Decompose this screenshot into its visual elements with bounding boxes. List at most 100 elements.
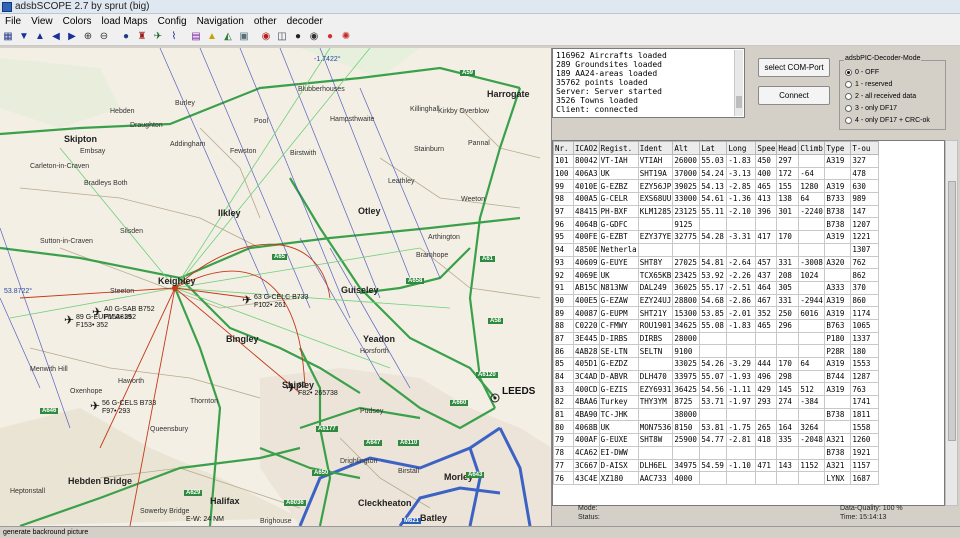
table-cell: [637, 242, 674, 257]
column-header[interactable]: Regist.: [598, 141, 639, 155]
radar-map[interactable]: Harrogate Skipton Ilkley Otley Keighley Guise…: [0, 48, 552, 526]
table-row[interactable]: 80 4068B UK MON7536 8150 53.81 -1.75 265 164 3264…: [553, 420, 880, 435]
table-row[interactable]: 83 400CD G-EZIS EZY6931 36425 54.56 -1.11 429 14…: [553, 382, 880, 397]
table-row[interactable]: 89 40087 G-EUPM SHT21Y 15300 53.85 -2.01 352 250…: [553, 306, 880, 320]
table-row[interactable]: 94 4850E Netherla 1307: [553, 242, 880, 257]
display-icon[interactable]: ◫: [275, 30, 289, 44]
record-icon[interactable]: ◉: [259, 30, 273, 44]
aircraft-icon[interactable]: ✈: [286, 382, 296, 394]
decoder-option-4[interactable]: 4 - only DF17 + CRC-ok: [845, 117, 930, 124]
globe-icon[interactable]: ●: [119, 30, 133, 44]
menu-decoder[interactable]: decoder: [282, 16, 328, 27]
antenna-icon[interactable]: ♜: [135, 30, 149, 44]
column-header[interactable]: Climb: [798, 141, 826, 155]
aircraft-label[interactable]: 56 G-CELS B733 F97• 293: [102, 400, 156, 416]
table-row[interactable]: 98 400A5 G-CELR EXS68UU 33000 54.61 -1.36 413 13…: [553, 192, 880, 206]
table-row[interactable]: 77 3C667 D-AISX DLH6EL 34975 54.59 -1.10 471 143…: [553, 458, 880, 473]
table-row[interactable]: 88 C0220 C-FMWY ROU1901 34625 55.08 -1.83 465 29…: [553, 318, 880, 333]
warning-icon[interactable]: ▲: [205, 30, 219, 44]
log-scroll-thumb[interactable]: [736, 96, 742, 108]
decoder-mode-title: adsbPIC-Decoder-Mode: [844, 55, 922, 62]
column-header[interactable]: Long: [726, 141, 757, 155]
decoder-option-1[interactable]: 1 - reserved: [845, 81, 892, 88]
airport-icon[interactable]: ✈: [151, 30, 165, 44]
aircraft-label[interactable]: 63 G-CELC B733 F102• 261: [254, 294, 308, 310]
column-header[interactable]: ICAO2: [573, 141, 600, 155]
stop-icon[interactable]: ●: [323, 30, 337, 44]
table-scroll-thumb[interactable]: [948, 181, 956, 441]
column-header[interactable]: Spee: [755, 141, 778, 155]
table-row[interactable]: 101 80042 VT-IAH VTIAH 26000 55.03 -1.83 450 297…: [553, 154, 880, 168]
arrow-right-icon[interactable]: ▶: [65, 30, 79, 44]
decoder-option-3[interactable]: 3 - only DF17: [845, 105, 897, 112]
table-cell: 465: [755, 318, 778, 333]
menu-other[interactable]: other: [249, 16, 282, 27]
table-row[interactable]: 86 4AB28 SE-LTN SELTN 9100 P28R 180: [553, 344, 880, 358]
zoom-in-icon[interactable]: ⊕: [81, 30, 95, 44]
table-row[interactable]: 79 400AF G-EUXE SHT8W 25900 54.77 -2.81 418 335-…: [553, 433, 880, 447]
column-header[interactable]: Alt: [672, 141, 701, 155]
map-layer-icon[interactable]: ▣: [237, 30, 251, 44]
arrow-up-icon[interactable]: ▲: [33, 30, 47, 44]
table-row[interactable]: 87 3E445 D-IRBS DIRBS 28000 P180 1337: [553, 331, 880, 346]
radio-button[interactable]: [845, 117, 852, 124]
table-row[interactable]: 76 43C4E XZ180 AAC733 4000 LYNX 1687: [553, 471, 880, 485]
radio-button[interactable]: [845, 69, 852, 76]
table-row[interactable]: 95 400FE G-EZBT EZY37YE 32775 54.28 -3.31 417 17…: [553, 230, 880, 244]
column-header[interactable]: Lat: [699, 141, 728, 155]
table-row[interactable]: 82 4BAA6 Turkey THY3YM 8725 53.71 -1.97 293 274-…: [553, 395, 880, 409]
aircraft-label[interactable]: 89 G-EUPM A319 F153• 352: [76, 314, 132, 330]
zoom-out-icon[interactable]: ⊖: [97, 30, 111, 44]
column-header[interactable]: Ident: [637, 141, 674, 155]
dot-black-icon[interactable]: ●: [291, 30, 305, 44]
table-row[interactable]: 90 400E5 G-EZAW EZY24UJ 28800 54.68 -2.86 467 33…: [553, 293, 880, 308]
table-row[interactable]: 93 40609 G-EUYE SHT8Y 27025 54.81 -2.64 457 331-…: [553, 255, 880, 270]
table-row[interactable]: 92 4069E UK TCX65KB 23425 53.92 -2.26 437 208 102…: [553, 268, 880, 282]
table-row[interactable]: 78 4CA62 EI-DWW B738 1921: [553, 445, 880, 460]
table-row[interactable]: 97 48415 PH-BXF KLM1285 23125 55.11 -2.10 396 30…: [553, 204, 880, 219]
table-cell: [798, 318, 826, 333]
column-header[interactable]: T-ou: [850, 141, 880, 155]
arrow-down-icon[interactable]: ▼: [17, 30, 31, 44]
table-cell: 28000: [672, 331, 701, 346]
radio-button[interactable]: [845, 93, 852, 100]
table-row[interactable]: 81 4BA90 TC-JHK 38000 B738 1811: [553, 407, 880, 422]
aircraft-icon[interactable]: ✈: [242, 294, 252, 306]
dot-dark-icon[interactable]: ◉: [307, 30, 321, 44]
menu-config[interactable]: Config: [153, 16, 192, 27]
grid-icon[interactable]: ▦: [1, 30, 15, 44]
table-cell: 3C4AD: [573, 369, 600, 384]
decoder-option-2[interactable]: 2 - all received data: [845, 93, 916, 100]
terrain-icon[interactable]: ◭: [221, 30, 235, 44]
table-row[interactable]: 85 405D1 G-EZDZ 33025 54.26 -3.29 444 170 64 A319…: [553, 357, 880, 371]
filter-icon[interactable]: ▤: [189, 30, 203, 44]
town-label: Halifax: [210, 496, 240, 506]
arrow-left-icon[interactable]: ◀: [49, 30, 63, 44]
table-row[interactable]: 84 3C4AD D-ABVR DLH470 33975 55.07 -1.93 496 298…: [553, 369, 880, 384]
table-row[interactable]: 91 AB15C N813NW DAL249 36025 55.17 -2.51 464 305…: [553, 280, 880, 295]
menu-colors[interactable]: Colors: [58, 16, 97, 27]
table-row[interactable]: 100 406A3 UK SHT19A 37000 54.24 -3.13 400 172 -64…: [553, 166, 880, 181]
column-header[interactable]: Head: [776, 141, 800, 155]
log-scrollbar[interactable]: [734, 50, 743, 116]
settings-icon[interactable]: ✺: [339, 30, 353, 44]
column-header[interactable]: Type: [824, 141, 852, 155]
table-cell: [798, 344, 826, 358]
decoder-option-0[interactable]: 0 - OFF: [845, 69, 879, 76]
connect-button[interactable]: Connect: [758, 86, 830, 105]
aircraft-icon[interactable]: ✈: [64, 314, 74, 326]
menu-load-maps[interactable]: load Maps: [97, 16, 153, 27]
column-header[interactable]: Nr.: [553, 141, 574, 155]
table-row[interactable]: 96 4064B G-GDFC 9125 B738 1207: [553, 217, 880, 232]
menu-navigation[interactable]: Navigation: [192, 16, 249, 27]
radio-button[interactable]: [845, 105, 852, 112]
aircraft-label[interactable]: 80 F82• 265738: [298, 382, 338, 398]
table-scrollbar[interactable]: [945, 140, 958, 506]
aircraft-icon[interactable]: ✈: [90, 400, 100, 412]
path-icon[interactable]: ⌇: [167, 30, 181, 44]
select-com-port-button[interactable]: select COM-Port: [758, 58, 830, 77]
menu-file[interactable]: File: [0, 16, 26, 27]
radio-button[interactable]: [845, 81, 852, 88]
menu-view[interactable]: View: [26, 16, 58, 27]
table-row[interactable]: 99 4010E G-EZBZ EZY56JP 39025 54.13 -2.85 465 15…: [553, 179, 880, 194]
